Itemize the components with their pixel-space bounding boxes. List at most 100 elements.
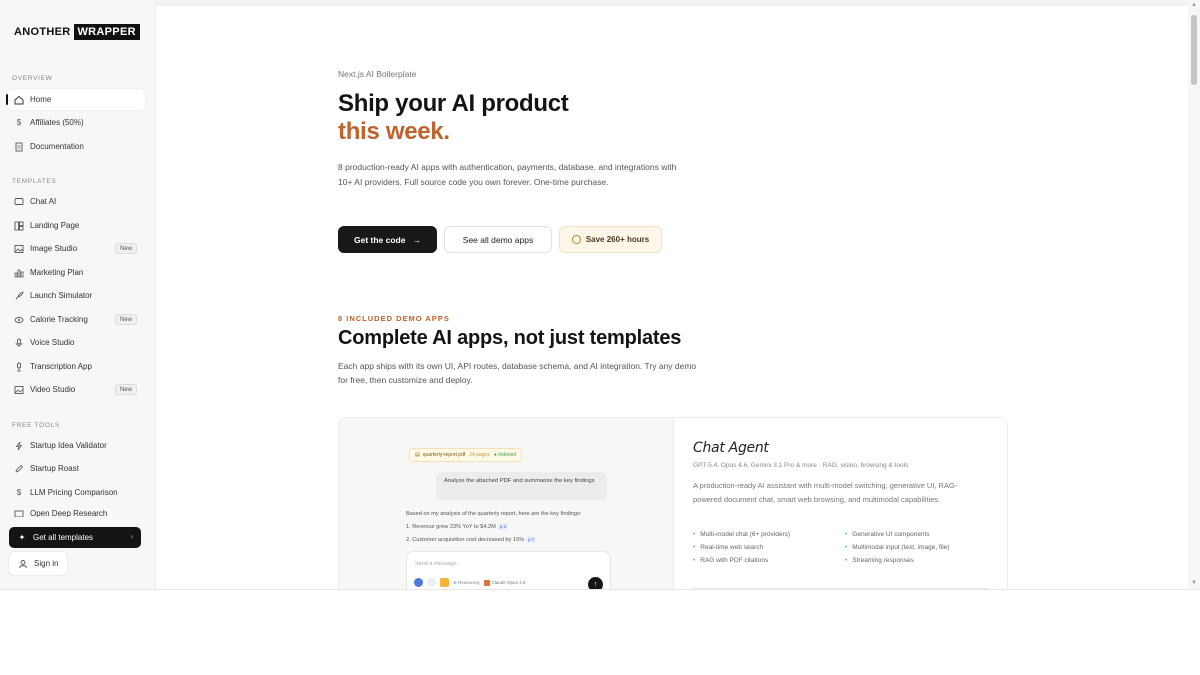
- sign-in-label: Sign in: [34, 559, 59, 568]
- top-strip: [156, 0, 1188, 6]
- sidebar-item-chat-ai[interactable]: Chat AI: [8, 191, 145, 212]
- sidebar-item-llm-pricing[interactable]: $ LLM Pricing Comparison: [8, 482, 145, 503]
- app-details: Chat Agent GPT-5.4, Opus 4.6, Gemini 3.1…: [674, 418, 1007, 589]
- reasoning-label: Reasoning: [458, 579, 480, 585]
- get-all-templates-button[interactable]: ✦ Get all templates ›: [9, 527, 141, 548]
- file-icon[interactable]: [440, 578, 449, 587]
- sidebar: ANOTHER WRAPPER OVERVIEW Home $ Affiliat…: [0, 0, 156, 589]
- bolt-icon: [14, 441, 24, 451]
- see-all-demo-apps-button[interactable]: See all demo apps: [444, 226, 552, 253]
- sidebar-section-free-tools: FREE TOOLS: [12, 422, 60, 429]
- eye-icon: [14, 315, 24, 325]
- brand-logo[interactable]: ANOTHER WRAPPER: [14, 23, 140, 40]
- app-title: Chat Agent: [693, 440, 769, 456]
- search-icon: [14, 509, 24, 517]
- model-label: Claude Opus 4.6: [491, 580, 526, 585]
- indexed-status: ● Indexed: [493, 452, 517, 458]
- globe-icon[interactable]: [414, 578, 423, 587]
- new-badge: New: [114, 314, 137, 325]
- feature-item: Multimodal input (text, image, file): [845, 544, 993, 551]
- scrollbar[interactable]: ▲ ▼: [1188, 0, 1200, 589]
- dollar-icon: $: [16, 488, 22, 497]
- scroll-up-icon[interactable]: ▲: [1191, 2, 1197, 8]
- file-attachment-chip: ▤ quarterly-report.pdf 24 pages ● Indexe…: [409, 448, 523, 462]
- feature-item: Multi-model chat (6+ providers): [693, 531, 845, 538]
- scroll-down-icon[interactable]: ▼: [1191, 580, 1197, 586]
- file-pages: 24 pages: [469, 452, 490, 458]
- arrow-right-icon: →: [412, 234, 421, 245]
- arrow-up-icon: ↑: [593, 581, 598, 588]
- sidebar-item-voice-studio[interactable]: Voice Studio: [8, 332, 145, 353]
- finding-item: 2. Customer acquisition cost decreased b…: [406, 534, 646, 547]
- apps-section-title: Complete AI apps, not just templates: [338, 327, 682, 349]
- divider: [693, 588, 988, 589]
- assistant-message: Based on my analysis of the quarterly re…: [406, 508, 646, 547]
- feature-item: Real-time web search: [693, 544, 845, 551]
- model-selector[interactable]: Claude Opus 4.6: [483, 579, 526, 586]
- image-icon: [14, 244, 24, 254]
- input-placeholder: Send a message...: [415, 561, 461, 567]
- sidebar-section-overview: OVERVIEW: [12, 75, 53, 82]
- sidebar-item-label: Home: [30, 95, 52, 104]
- apps-section-eyebrow: 8 INCLUDED DEMO APPS: [338, 314, 450, 323]
- layout-icon: [14, 221, 24, 231]
- sidebar-item-documentation[interactable]: Documentation: [8, 136, 145, 157]
- sidebar-item-label: Transcription App: [30, 362, 92, 371]
- file-name: quarterly-report.pdf: [422, 452, 466, 458]
- sidebar-item-landing-page[interactable]: Landing Page: [8, 215, 145, 236]
- scroll-thumb[interactable]: [1191, 15, 1197, 85]
- finding-text: 2. Customer acquisition cost decreased b…: [406, 537, 525, 543]
- feature-item: Generative UI components: [845, 531, 993, 538]
- dollar-icon: $: [16, 118, 22, 127]
- assistant-intro: Based on my analysis of the quarterly re…: [406, 511, 582, 517]
- chat-agent-demo-card[interactable]: ▤ quarterly-report.pdf 24 pages ● Indexe…: [338, 417, 1008, 589]
- chart-icon: [14, 268, 24, 278]
- sidebar-item-label: LLM Pricing Comparison: [30, 488, 118, 497]
- mic-icon: [14, 338, 24, 348]
- sidebar-item-label: Landing Page: [30, 221, 80, 230]
- sidebar-item-startup-idea-validator[interactable]: Startup Idea Validator: [8, 435, 145, 456]
- sidebar-item-calorie-tracking[interactable]: Calorie Tracking New: [8, 309, 145, 330]
- pdf-file-icon: ▤: [415, 452, 420, 458]
- sidebar-item-label: Documentation: [30, 142, 84, 151]
- get-all-templates-label: Get all templates: [33, 533, 94, 542]
- demo-message-input[interactable]: Send a message... ⊕ Reasoning Claude Opu…: [406, 551, 611, 589]
- feature-item: Streaming responses: [845, 557, 993, 564]
- sidebar-item-home[interactable]: Home: [6, 89, 145, 110]
- sidebar-item-launch-simulator[interactable]: Launch Simulator: [8, 285, 145, 306]
- see-all-demo-apps-label: See all demo apps: [462, 234, 534, 245]
- sidebar-item-label: Video Studio: [30, 385, 76, 394]
- sidebar-item-label: Startup Roast: [30, 464, 79, 473]
- indexed-status-label: Indexed: [498, 452, 517, 458]
- pen-icon: [14, 464, 24, 474]
- get-the-code-button[interactable]: Get the code →: [338, 226, 437, 253]
- sidebar-item-transcription-app[interactable]: Transcription App: [8, 356, 145, 377]
- reasoning-toggle[interactable]: ⊕ Reasoning: [453, 580, 480, 586]
- sign-in-button[interactable]: Sign in: [9, 552, 67, 575]
- finding-text: 1. Revenue grew 23% YoY to $4.2M: [406, 524, 496, 530]
- clock-icon: [571, 235, 581, 244]
- app-subtitle: GPT-5.4, Opus 4.6, Gemini 3.1 Pro & more…: [693, 462, 909, 469]
- attach-icon[interactable]: [427, 578, 436, 587]
- hero-title-line1: Ship your AI product: [338, 90, 569, 117]
- sidebar-item-video-studio[interactable]: Video Studio New: [8, 379, 145, 400]
- sidebar-item-startup-roast[interactable]: Startup Roast: [8, 458, 145, 479]
- citation-badge: p.3: [497, 523, 509, 530]
- citation-badge: p.7: [526, 536, 537, 543]
- sidebar-item-label: Marketing Plan: [30, 268, 84, 277]
- sidebar-item-affiliates[interactable]: $ Affiliates (50%): [8, 112, 145, 133]
- sidebar-item-label: Launch Simulator: [30, 291, 93, 300]
- sidebar-item-marketing-plan[interactable]: Marketing Plan: [8, 262, 145, 283]
- sidebar-item-label: Startup Idea Validator: [30, 441, 107, 450]
- apps-section-description: Each app ships with its own UI, API rout…: [338, 361, 697, 385]
- user-icon: [18, 559, 28, 569]
- hero-title: Ship your AI product this week.: [338, 90, 569, 146]
- hero-title-line2: this week.: [338, 118, 450, 145]
- sidebar-item-image-studio[interactable]: Image Studio New: [8, 238, 145, 259]
- get-the-code-label: Get the code: [354, 234, 406, 245]
- hero-description: 8 production-ready AI apps with authenti…: [338, 162, 677, 187]
- sparkle-icon: ✦: [18, 533, 26, 542]
- sidebar-item-open-deep-research[interactable]: Open Deep Research: [8, 505, 145, 517]
- mic-stand-icon: [14, 362, 24, 372]
- send-button[interactable]: ↑: [588, 577, 603, 589]
